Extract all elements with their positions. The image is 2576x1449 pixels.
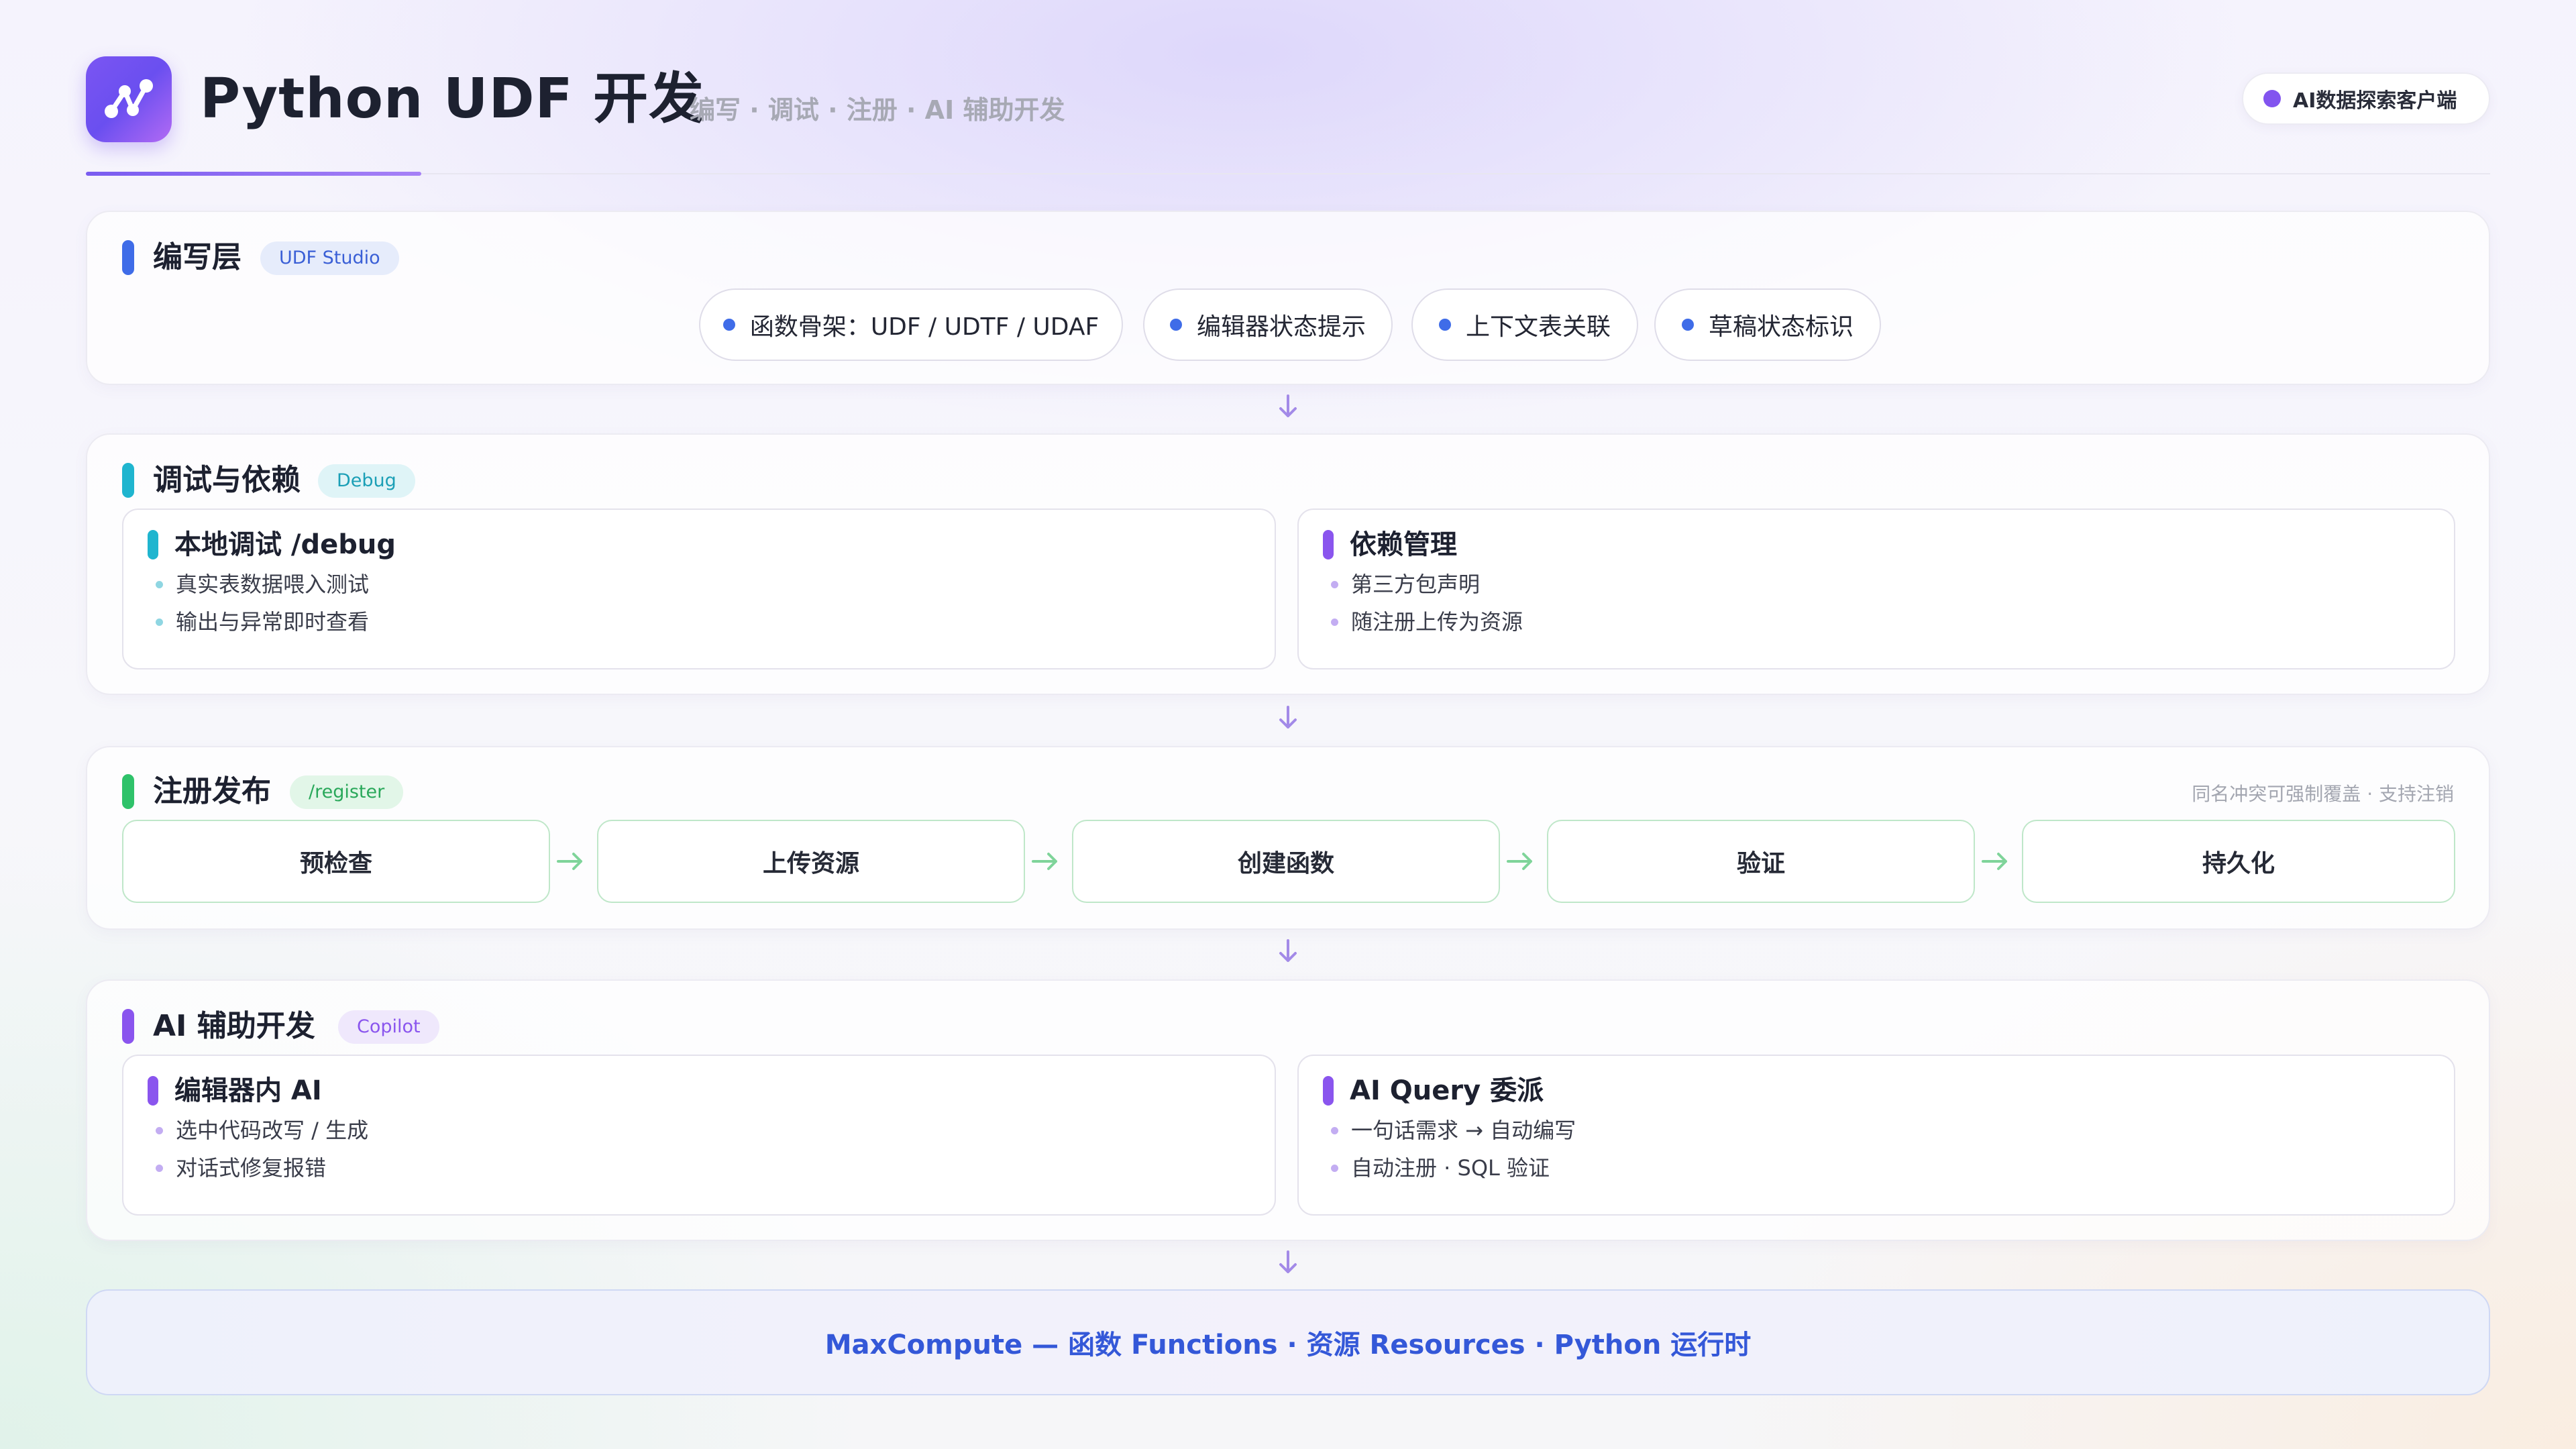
card-title: 编辑器内 AI — [174, 1075, 322, 1106]
card-marker — [148, 530, 158, 559]
list-item: 第三方包声明 — [1331, 569, 1480, 600]
bullet-icon — [156, 1165, 163, 1172]
list-item: 输出与异常即时查看 — [156, 606, 369, 637]
card-local-debug[interactable]: 本地调试 /debug 真实表数据喂入测试 输出与异常即时查看 — [122, 508, 1276, 669]
card-ai-query[interactable]: AI Query 委派 一句话需求 → 自动编写 自动注册 · SQL 验证 — [1297, 1055, 2455, 1216]
header-divider — [86, 173, 2490, 174]
section-title: AI 辅助开发 — [153, 1009, 315, 1043]
bullet-icon — [1331, 581, 1338, 588]
section-marker — [122, 463, 134, 498]
page-subtitle: 编写 · 调试 · 注册 · AI 辅助开发 — [690, 95, 1065, 125]
section-title: 调试与依赖 — [153, 463, 301, 497]
pill-label: 草稿状态标识 — [1708, 313, 1854, 341]
section-title: 注册发布 — [153, 774, 271, 808]
step-create-function[interactable]: 创建函数 — [1072, 820, 1500, 903]
arrow-right-icon — [1032, 853, 1057, 870]
page-title: Python UDF 开发 — [200, 67, 705, 131]
bullet-icon — [722, 319, 735, 331]
list-item: 对话式修复报错 — [156, 1152, 326, 1183]
pill-label: 函数骨架：UDF / UDTF / UDAF — [749, 313, 1099, 341]
card-marker — [1323, 1076, 1334, 1106]
bullet-icon — [1331, 619, 1338, 626]
card-title: AI Query 委派 — [1350, 1075, 1544, 1106]
footer-text: MaxCompute — 函数 Functions · 资源 Resources… — [824, 1330, 1752, 1360]
client-badge[interactable]: AI数据探索客户端 — [2242, 72, 2490, 125]
list-item: 一句话需求 → 自动编写 — [1331, 1115, 1576, 1146]
arrow-right-icon — [557, 853, 582, 870]
arrow-down-icon — [1279, 939, 1297, 962]
section-note: 同名冲突可强制覆盖 · 支持注销 — [2192, 783, 2454, 805]
section-debug: 调试与依赖 Debug 本地调试 /debug 真实表数据喂入测试 输出与异常即… — [86, 433, 2490, 695]
arrow-down-icon — [1279, 706, 1297, 729]
card-dependency[interactable]: 依赖管理 第三方包声明 随注册上传为资源 — [1297, 508, 2455, 669]
list-item: 随注册上传为资源 — [1331, 606, 1523, 637]
pill-label: 上下文表关联 — [1465, 313, 1611, 341]
bullet-icon — [156, 619, 163, 626]
bullet-icon — [1438, 319, 1451, 331]
section-tag: /register — [290, 775, 404, 809]
card-title: 本地调试 /debug — [174, 529, 396, 560]
list-item: 真实表数据喂入测试 — [156, 569, 369, 600]
card-editor-ai[interactable]: 编辑器内 AI 选中代码改写 / 生成 对话式修复报错 — [122, 1055, 1276, 1216]
runtime-footer: MaxCompute — 函数 Functions · 资源 Resources… — [86, 1289, 2490, 1395]
bullet-icon — [1331, 1127, 1338, 1134]
pill-function-skeleton[interactable]: 函数骨架：UDF / UDTF / UDAF — [699, 288, 1123, 361]
bullet-icon — [1331, 1165, 1338, 1172]
pill-label: 编辑器状态提示 — [1196, 313, 1366, 341]
step-upload-resource[interactable]: 上传资源 — [597, 820, 1025, 903]
section-register: 注册发布 /register 同名冲突可强制覆盖 · 支持注销 预检查 上传资源… — [86, 746, 2490, 930]
pill-context-table[interactable]: 上下文表关联 — [1411, 288, 1638, 361]
section-marker — [122, 774, 134, 809]
list-item: 自动注册 · SQL 验证 — [1331, 1152, 1550, 1183]
card-marker — [1323, 530, 1334, 559]
section-marker — [122, 1009, 134, 1044]
bullet-icon — [156, 581, 163, 588]
section-tag: Debug — [318, 464, 415, 498]
section-marker — [122, 240, 134, 275]
list-item: 选中代码改写 / 生成 — [156, 1115, 368, 1146]
status-dot-icon — [2263, 90, 2281, 107]
bullet-icon — [1169, 319, 1182, 331]
step-precheck[interactable]: 预检查 — [122, 820, 550, 903]
arrow-right-icon — [1507, 853, 1532, 870]
step-persist[interactable]: 持久化 — [2022, 820, 2455, 903]
section-tag: UDF Studio — [260, 241, 399, 275]
bullet-icon — [156, 1127, 163, 1134]
client-badge-label: AI数据探索客户端 — [2293, 89, 2457, 113]
branch-nodes-icon — [105, 79, 153, 118]
pill-editor-status[interactable]: 编辑器状态提示 — [1143, 288, 1393, 361]
arrow-right-icon — [1982, 853, 2007, 870]
section-write: 编写层 UDF Studio 函数骨架：UDF / UDTF / UDAF 编辑… — [86, 211, 2490, 385]
app-logo — [86, 56, 172, 142]
section-title: 编写层 — [153, 240, 241, 274]
section-ai: AI 辅助开发 Copilot 编辑器内 AI 选中代码改写 / 生成 对话式修… — [86, 979, 2490, 1241]
arrow-down-icon — [1279, 1250, 1297, 1273]
section-tag: Copilot — [338, 1010, 439, 1044]
step-verify[interactable]: 验证 — [1547, 820, 1975, 903]
pill-draft-status[interactable]: 草稿状态标识 — [1654, 288, 1881, 361]
bullet-icon — [1681, 319, 1694, 331]
card-marker — [148, 1076, 158, 1106]
card-title: 依赖管理 — [1350, 529, 1457, 560]
header-divider-accent — [86, 172, 421, 176]
arrow-down-icon — [1279, 394, 1297, 417]
feature-pill-row: 函数骨架：UDF / UDTF / UDAF 编辑器状态提示 上下文表关联 草稿… — [87, 288, 2489, 362]
